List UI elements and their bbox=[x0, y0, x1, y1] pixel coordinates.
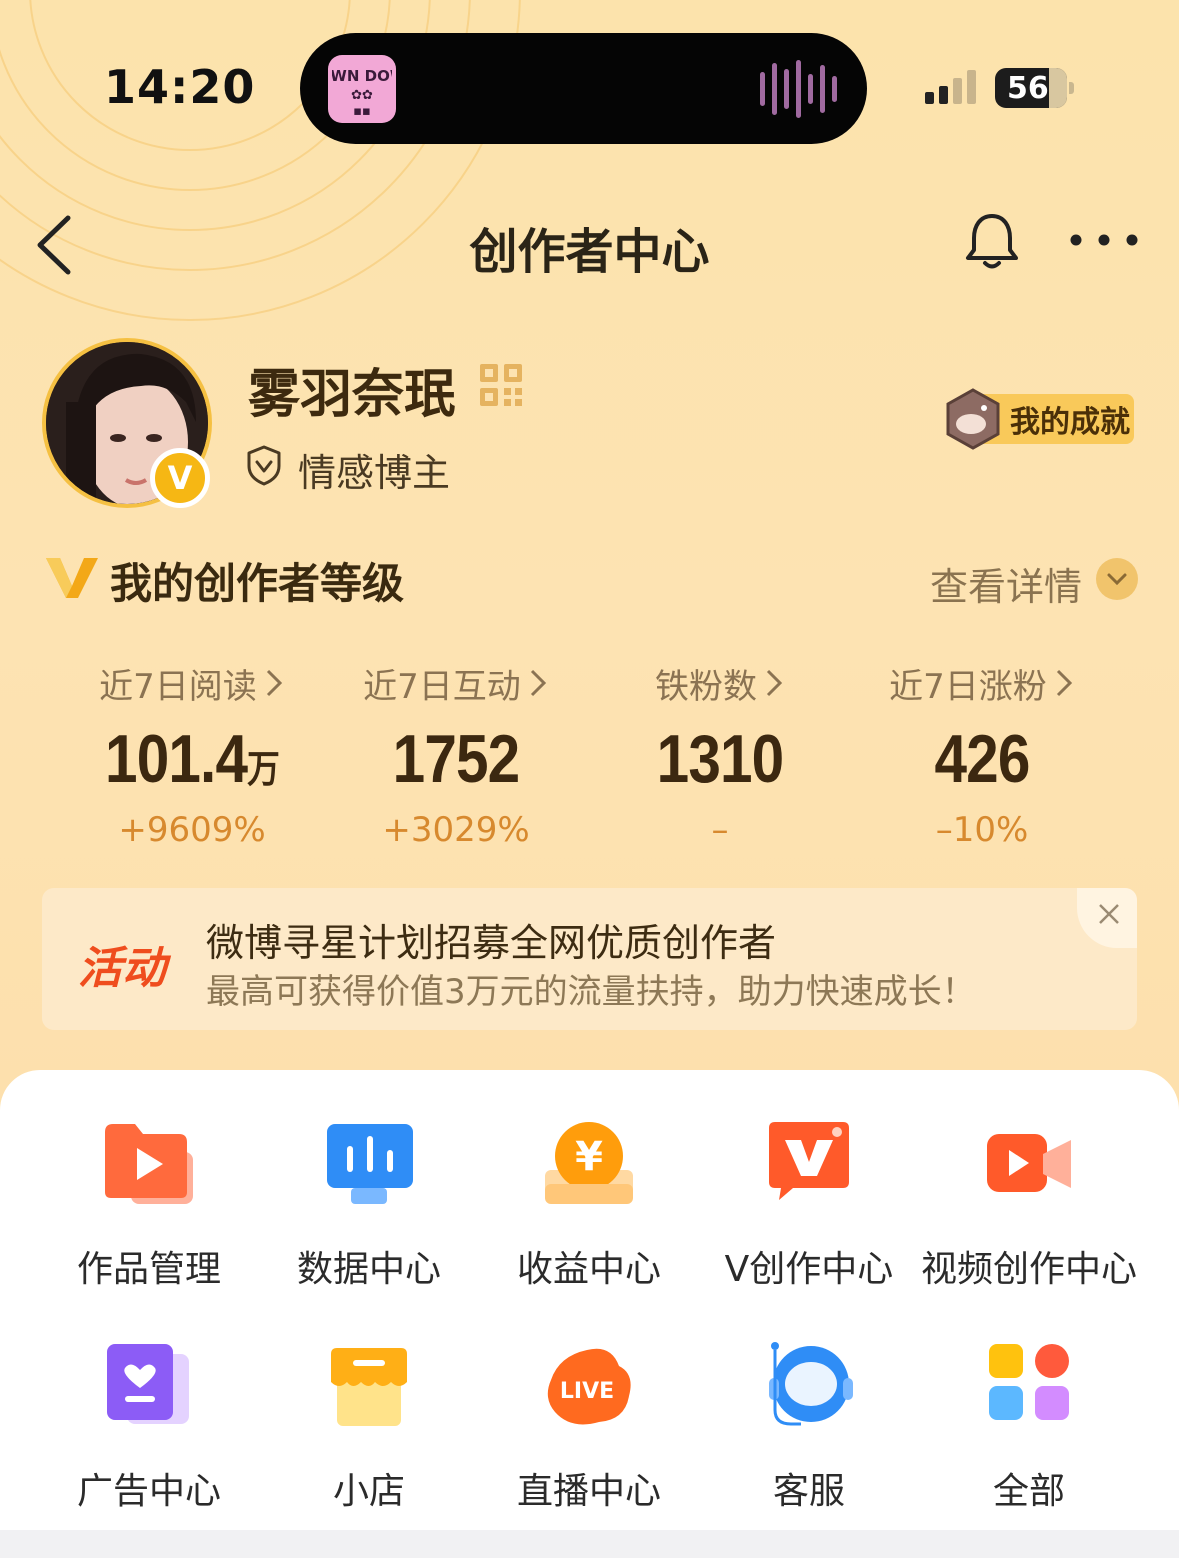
audio-wave-icon bbox=[760, 59, 837, 119]
svg-text:LIVE: LIVE bbox=[560, 1379, 614, 1404]
now-playing-album-icon: DOWN DOWN ✿✿ ▪▪ bbox=[328, 55, 396, 123]
stat-7day-reads[interactable]: 近7日阅读 101.4万 +9609% bbox=[62, 660, 322, 854]
svg-text:▪▪: ▪▪ bbox=[353, 104, 371, 119]
creator-level-title: 我的创作者等级 bbox=[110, 559, 405, 608]
live-icon: LIVE bbox=[547, 1348, 631, 1425]
cellular-signal-icon bbox=[925, 70, 976, 104]
achievement-medal-icon bbox=[946, 388, 1000, 450]
tool-label: 作品管理 bbox=[76, 1249, 221, 1290]
tool-label: 客服 bbox=[772, 1471, 845, 1512]
stat-value: 101.4万 bbox=[105, 721, 280, 797]
svg-text:✿✿: ✿✿ bbox=[351, 88, 373, 103]
bell-icon[interactable] bbox=[962, 210, 1022, 272]
stat-value: 1752 bbox=[392, 721, 521, 797]
user-category-tag: 情感博主 bbox=[298, 451, 451, 495]
battery-tip bbox=[1069, 82, 1074, 94]
dynamic-island[interactable]: DOWN DOWN ✿✿ ▪▪ bbox=[300, 33, 867, 144]
svg-text:DOWN DOWN: DOWN DOWN bbox=[332, 67, 392, 85]
svg-text:¥: ¥ bbox=[575, 1134, 603, 1180]
shield-icon bbox=[247, 445, 281, 486]
v-creator-icon bbox=[769, 1122, 849, 1200]
tool-all[interactable]: 全部 bbox=[914, 1340, 1144, 1514]
chevron-right-icon bbox=[766, 669, 783, 697]
tool-v-creator-center[interactable]: V创作中心 bbox=[694, 1118, 924, 1292]
tool-customer-service[interactable]: 客服 bbox=[694, 1340, 924, 1514]
stat-value: 426 bbox=[934, 721, 1030, 797]
stat-value: 1310 bbox=[656, 721, 785, 797]
tool-label: 小店 bbox=[332, 1471, 405, 1512]
stat-label: 铁粉数 bbox=[655, 666, 757, 707]
qr-code-icon[interactable] bbox=[478, 362, 524, 408]
achievement-button[interactable]: 我的成就 bbox=[942, 388, 1134, 450]
bottom-divider bbox=[0, 1530, 1179, 1558]
chevron-down-icon[interactable] bbox=[1096, 558, 1138, 600]
stat-change: –10% bbox=[935, 810, 1029, 850]
tool-shop[interactable]: 小店 bbox=[254, 1340, 484, 1514]
stat-label: 近7日互动 bbox=[363, 666, 521, 707]
chevron-right-icon bbox=[530, 669, 546, 697]
stat-label: 近7日涨粉 bbox=[889, 666, 1047, 707]
stat-7day-new-fans[interactable]: 近7日涨粉 426 –10% bbox=[852, 660, 1112, 854]
view-details-link[interactable]: 查看详情 bbox=[930, 556, 1082, 611]
battery-icon: 56 bbox=[995, 68, 1067, 108]
monitor-chart-icon bbox=[327, 1124, 413, 1204]
shop-icon bbox=[331, 1348, 407, 1426]
tool-video-creator-center[interactable]: 视频创作中心 bbox=[914, 1118, 1144, 1292]
tool-label: 广告中心 bbox=[76, 1471, 221, 1512]
verified-badge: V bbox=[150, 448, 210, 508]
stat-7day-interactions[interactable]: 近7日互动 1752 +3029% bbox=[326, 660, 586, 854]
tool-label: V创作中心 bbox=[724, 1249, 894, 1290]
close-icon[interactable] bbox=[1097, 902, 1121, 926]
all-grid-icon bbox=[989, 1344, 1069, 1420]
activity-title: 微博寻星计划招募全网优质创作者 bbox=[206, 921, 777, 965]
stat-change: +9609% bbox=[118, 810, 266, 850]
ad-book-icon bbox=[107, 1344, 189, 1424]
folder-play-icon bbox=[105, 1124, 193, 1204]
stat-change: +3029% bbox=[382, 810, 530, 850]
chevron-right-icon bbox=[266, 669, 282, 697]
tool-ad-center[interactable]: 广告中心 bbox=[34, 1340, 264, 1514]
video-camera-icon bbox=[987, 1134, 1071, 1192]
tool-label: 数据中心 bbox=[296, 1249, 441, 1290]
stat-iron-fans[interactable]: 铁粉数 1310 – bbox=[590, 660, 850, 854]
activity-tag: 活动 bbox=[78, 943, 166, 994]
status-time: 14:20 bbox=[104, 60, 256, 114]
tool-works-management[interactable]: 作品管理 bbox=[34, 1118, 264, 1292]
chevron-right-icon bbox=[1056, 669, 1072, 697]
activity-subtitle: 最高可获得价值3万元的流量扶持，助力快速成长！ bbox=[206, 972, 976, 1012]
yuan-coin-icon: ¥ bbox=[545, 1122, 633, 1204]
customer-service-icon bbox=[769, 1342, 853, 1426]
stat-change: – bbox=[711, 810, 729, 850]
creator-level-v-icon bbox=[46, 558, 98, 598]
tool-revenue-center[interactable]: ¥ 收益中心 bbox=[474, 1118, 704, 1292]
tool-label: 直播中心 bbox=[516, 1471, 661, 1512]
stat-unit: 万 bbox=[247, 749, 280, 791]
tool-live-center[interactable]: LIVE 直播中心 bbox=[474, 1340, 704, 1514]
battery-level: 56 bbox=[1007, 70, 1049, 106]
tool-data-center[interactable]: 数据中心 bbox=[254, 1118, 484, 1292]
tool-label: 视频创作中心 bbox=[920, 1249, 1137, 1290]
tool-label: 收益中心 bbox=[516, 1249, 661, 1290]
username: 雾羽奈珉 bbox=[248, 365, 457, 425]
tool-label: 全部 bbox=[992, 1471, 1065, 1512]
stat-label: 近7日阅读 bbox=[99, 666, 257, 707]
more-icon[interactable] bbox=[1066, 224, 1142, 256]
activity-banner[interactable]: 活动 微博寻星计划招募全网优质创作者 最高可获得价值3万元的流量扶持，助力快速成… bbox=[42, 888, 1137, 1030]
